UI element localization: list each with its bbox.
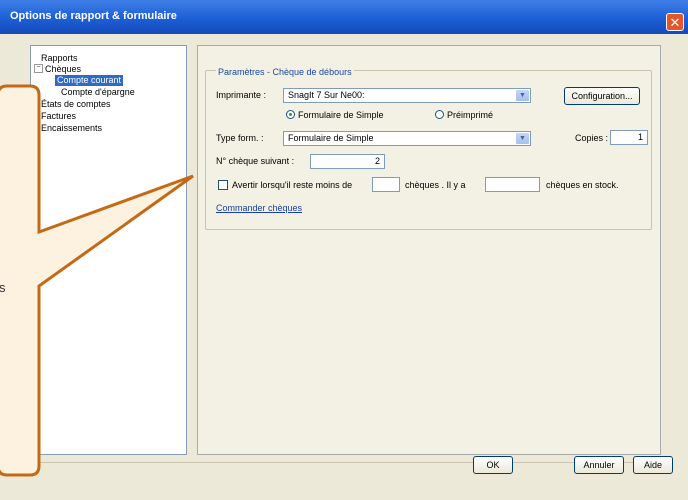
callout-bubble xyxy=(0,84,194,477)
callout-overlay xyxy=(0,84,194,477)
callout-text: s xyxy=(0,280,6,295)
